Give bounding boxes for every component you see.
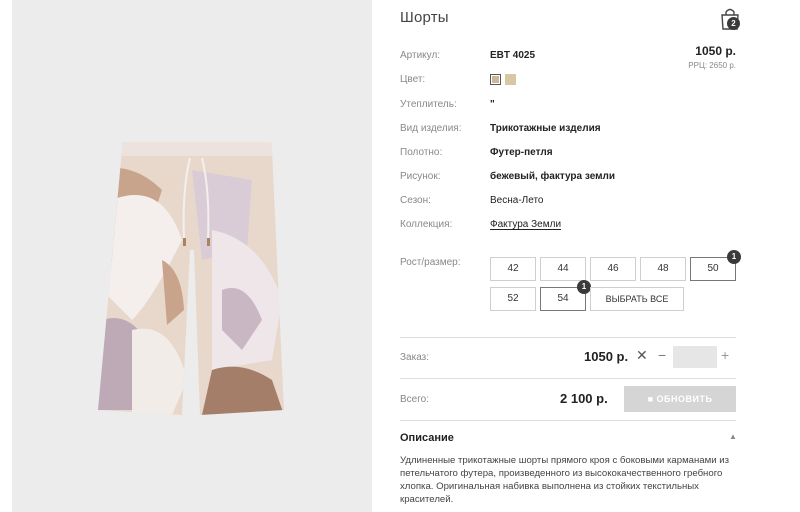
color-swatch-selected[interactable] bbox=[490, 74, 501, 85]
order-price: 1050 р. bbox=[584, 349, 629, 364]
select-all-sizes-button[interactable]: ВЫБРАТЬ ВСЕ bbox=[590, 287, 684, 311]
size-option-46[interactable]: 46 bbox=[590, 257, 636, 281]
shorts-image bbox=[98, 142, 284, 415]
product-image-panel bbox=[12, 0, 372, 512]
item-type-label: Вид изделия: bbox=[400, 123, 462, 134]
product-title: Шорты bbox=[400, 9, 449, 26]
season-value: Весна-Лето bbox=[490, 195, 544, 206]
product-rrp: РРЦ: 2650 р. bbox=[688, 61, 736, 70]
update-button[interactable]: ■ ОБНОВИТЬ bbox=[624, 386, 736, 412]
size-option-42[interactable]: 42 bbox=[490, 257, 536, 281]
size-option-48[interactable]: 48 bbox=[640, 257, 686, 281]
fabric-value: Футер-петля bbox=[490, 147, 553, 158]
chevron-up-icon[interactable]: ▲ bbox=[729, 432, 737, 441]
collection-label: Коллекция: bbox=[400, 219, 453, 230]
order-label: Заказ: bbox=[400, 352, 430, 363]
article-label: Артикул: bbox=[400, 50, 441, 61]
divider bbox=[400, 378, 736, 379]
insulation-label: Утеплитель: bbox=[400, 99, 457, 110]
cart-small-icon: ■ bbox=[647, 394, 654, 404]
season-label: Сезон: bbox=[400, 195, 431, 206]
color-swatch[interactable] bbox=[505, 74, 516, 85]
size-quantity-badge: 1 bbox=[577, 280, 591, 294]
pattern-value: бежевый, фактура земли bbox=[490, 171, 616, 182]
article-value: EBT 4025 bbox=[490, 50, 536, 61]
total-label: Всего: bbox=[400, 394, 429, 405]
item-type-value: Трикотажные изделия bbox=[490, 123, 601, 134]
multiply-icon: ✕ bbox=[636, 347, 648, 363]
description-title: Описание bbox=[400, 432, 454, 444]
increase-quantity-button[interactable]: + bbox=[721, 347, 729, 363]
divider bbox=[400, 420, 736, 421]
description-text: Удлиненные трикотажные шорты прямого кро… bbox=[400, 455, 730, 505]
size-label: Рост/размер: bbox=[400, 257, 461, 268]
fabric-label: Полотно: bbox=[400, 147, 443, 158]
color-label: Цвет: bbox=[400, 74, 426, 85]
cart-count-badge: 2 bbox=[727, 17, 740, 30]
product-price: 1050 р. bbox=[695, 44, 736, 58]
total-price: 2 100 р. bbox=[560, 391, 608, 406]
size-option-44[interactable]: 44 bbox=[540, 257, 586, 281]
pattern-label: Рисунок: bbox=[400, 171, 441, 182]
divider bbox=[400, 337, 736, 338]
size-quantity-badge: 1 bbox=[727, 250, 741, 264]
decrease-quantity-button[interactable]: − bbox=[658, 347, 666, 363]
collection-link[interactable]: Фактура Земли bbox=[490, 219, 561, 230]
update-button-label: ОБНОВИТЬ bbox=[656, 394, 713, 404]
insulation-value: " bbox=[490, 99, 495, 110]
quantity-input[interactable] bbox=[673, 346, 717, 368]
size-option-52[interactable]: 52 bbox=[490, 287, 536, 311]
